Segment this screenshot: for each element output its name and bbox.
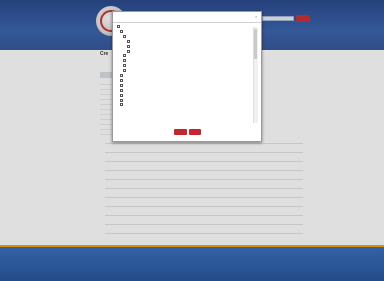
tree-item[interactable] [123,54,127,58]
category-tree [115,25,259,125]
tree-item[interactable] [120,88,124,93]
checkbox-icon[interactable] [117,25,120,28]
tree-item[interactable] [120,78,124,83]
tree-item[interactable] [123,34,127,39]
confirm-button[interactable] [174,129,187,135]
checkbox-icon[interactable] [123,34,127,38]
checkbox-icon[interactable] [120,88,124,92]
checkbox-icon[interactable] [120,83,124,87]
scrollbar-thumb[interactable] [254,29,257,59]
tree-item[interactable] [123,59,127,63]
checkbox-icon[interactable] [123,69,127,73]
checkbox-icon[interactable] [120,29,124,33]
tree-item[interactable] [126,44,131,49]
checkbox-icon[interactable] [120,74,124,77]
tree-item[interactable] [120,83,124,88]
checkbox-icon[interactable] [123,59,127,63]
cancel-button[interactable] [189,129,201,135]
dialog-actions [113,129,261,137]
tree-item[interactable] [120,103,124,107]
checkbox-icon[interactable] [120,98,124,102]
tree-item[interactable] [126,49,131,54]
tree-item[interactable] [123,64,127,68]
checkbox-icon[interactable] [120,93,124,97]
tree-item[interactable] [120,98,124,103]
close-icon[interactable]: × [255,14,257,19]
checkbox-icon[interactable] [123,64,127,68]
checkbox-icon[interactable] [120,78,124,82]
selection-dialog: × [112,11,262,142]
checkbox-icon[interactable] [126,44,130,48]
tree-item[interactable] [120,93,124,98]
dialog-header: × [113,12,261,23]
checkbox-icon[interactable] [126,49,130,53]
tree-item[interactable] [120,74,124,78]
tree-item[interactable] [123,69,127,73]
checkbox-icon[interactable] [126,39,130,43]
tree-item[interactable] [126,39,131,44]
checkbox-icon[interactable] [120,103,124,107]
tree-item[interactable] [117,25,121,29]
checkbox-icon[interactable] [123,54,127,58]
tree-item[interactable] [120,29,124,34]
